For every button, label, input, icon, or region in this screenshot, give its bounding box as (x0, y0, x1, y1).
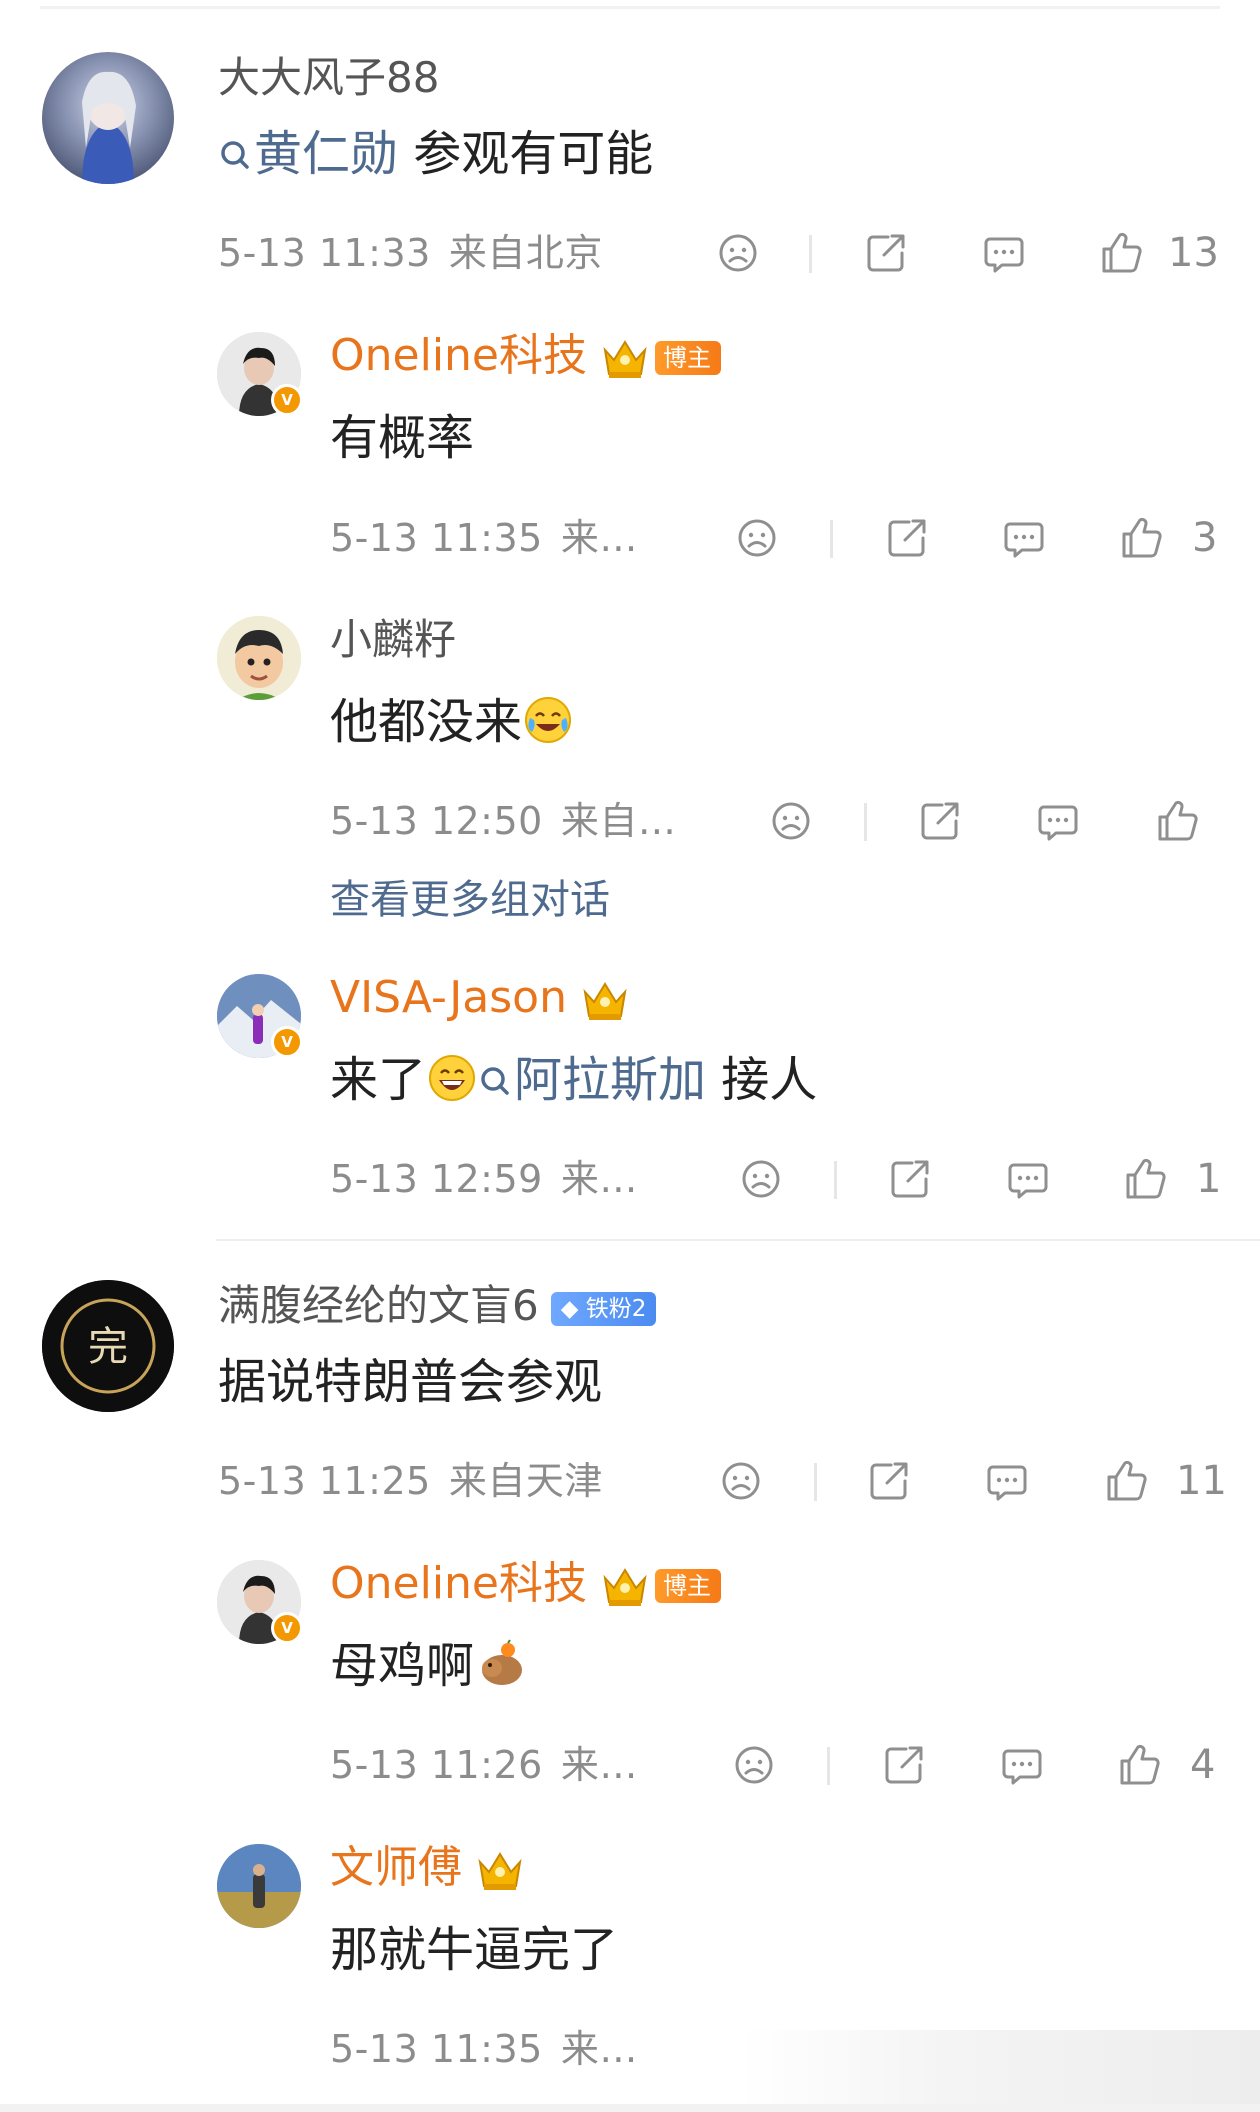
comment-icon[interactable] (996, 510, 1052, 566)
like-icon[interactable] (1094, 225, 1150, 281)
reply-time: 5-13 11:35 (330, 2027, 543, 2071)
like-icon[interactable] (1114, 510, 1170, 566)
comment-username[interactable]: 大大风子88 (218, 50, 439, 106)
comment-icon[interactable] (976, 225, 1032, 281)
reply-content: 有概率 (330, 410, 475, 466)
action-divider (834, 1161, 837, 1199)
topic-link[interactable]: 阿拉斯加 (478, 1052, 706, 1108)
like-count: 13 (1168, 230, 1219, 276)
share-icon[interactable] (879, 510, 935, 566)
like-icon[interactable] (1118, 1151, 1174, 1207)
sad-icon[interactable] (726, 1737, 782, 1793)
comment-actions: 11 (0, 1453, 1260, 1509)
comment-icon[interactable] (994, 1737, 1050, 1793)
reply-username[interactable]: Oneline科技 博主 (330, 1556, 721, 1612)
capybara-emoji-icon (482, 1639, 523, 1685)
reply-username[interactable]: Oneline科技 博主 (330, 328, 721, 384)
like-icon[interactable] (1150, 793, 1206, 849)
laugh-cry-emoji-icon (525, 697, 572, 743)
like-count: 3 (1192, 515, 1218, 561)
reply-content: 那就牛逼完了 (330, 1922, 619, 1978)
action-divider (864, 803, 867, 841)
like-count: 1 (1196, 1156, 1222, 1202)
share-icon[interactable] (858, 225, 914, 281)
avatar[interactable] (217, 1844, 301, 1928)
reply-username[interactable]: VISA-Jason (330, 970, 629, 1026)
share-icon[interactable] (912, 793, 968, 849)
like-count: 11 (1176, 1458, 1227, 1504)
verified-icon: V (271, 384, 303, 416)
bottom-fade-overlay (740, 2030, 1260, 2112)
comment-content: 据说特朗普会参观 (218, 1354, 603, 1410)
share-icon[interactable] (876, 1737, 932, 1793)
verified-icon: V (271, 1026, 303, 1058)
reply-actions: 4 (0, 1737, 1260, 1793)
crown-icon (479, 1853, 521, 1891)
search-icon (221, 141, 249, 169)
crown-icon (604, 341, 646, 379)
reply-username[interactable]: 小麟籽 (330, 612, 456, 668)
sad-icon[interactable] (713, 1453, 769, 1509)
share-icon[interactable] (882, 1151, 938, 1207)
more-conversations-link[interactable]: 查看更多组对话 (330, 872, 610, 928)
like-icon[interactable] (1099, 1453, 1155, 1509)
reply-content: 他都没来 (330, 690, 574, 754)
comment-content: 黄仁勋 参观有可能 (218, 122, 653, 186)
crown-icon (583, 983, 626, 1021)
crown-icon (604, 1569, 646, 1607)
avatar[interactable] (217, 616, 301, 700)
host-badge: 博主 (655, 341, 721, 375)
reply-actions: 3 (0, 510, 1260, 566)
action-divider (814, 1463, 817, 1501)
reply-meta: 5-13 11:35 来… (330, 2024, 638, 2074)
fan-badge: ◆ 铁粉2 (550, 1291, 657, 1326)
verified-icon: V (271, 1612, 303, 1644)
bottom-edge (0, 2104, 1260, 2112)
sad-icon[interactable] (763, 793, 819, 849)
sad-icon[interactable] (733, 1151, 789, 1207)
reply-content: 来了 阿拉斯加 接人 (330, 1052, 818, 1108)
topic-link[interactable]: 黄仁勋 (218, 126, 413, 182)
comment-icon[interactable] (1000, 1151, 1056, 1207)
sad-icon[interactable] (729, 510, 785, 566)
comment-icon[interactable] (979, 1453, 1035, 1509)
comment-actions: 13 (0, 225, 1260, 281)
host-badge: 博主 (655, 1569, 721, 1603)
reply-location: 来… (560, 2027, 638, 2071)
reply-actions (0, 793, 1260, 849)
like-icon[interactable] (1112, 1737, 1168, 1793)
svg-text:完: 完 (88, 1324, 128, 1370)
grin-emoji-icon (429, 1055, 476, 1101)
comment-icon[interactable] (1030, 793, 1086, 849)
reply-username[interactable]: 文师傅 (330, 1840, 524, 1896)
sad-icon[interactable] (710, 225, 766, 281)
comment-username[interactable]: 满腹经纶的文盲6 ◆ 铁粉2 (218, 1278, 657, 1334)
action-divider (827, 1747, 830, 1785)
avatar[interactable]: 完 (42, 1280, 174, 1412)
action-divider (809, 235, 812, 273)
avatar[interactable] (42, 52, 174, 184)
search-icon (481, 1067, 509, 1095)
reply-actions: 1 (0, 1151, 1260, 1207)
top-divider (40, 6, 1220, 9)
reply-content: 母鸡啊 (330, 1634, 526, 1698)
share-icon[interactable] (861, 1453, 917, 1509)
comment-divider (216, 1239, 1260, 1241)
action-divider (830, 520, 833, 558)
like-count: 4 (1190, 1742, 1216, 1788)
